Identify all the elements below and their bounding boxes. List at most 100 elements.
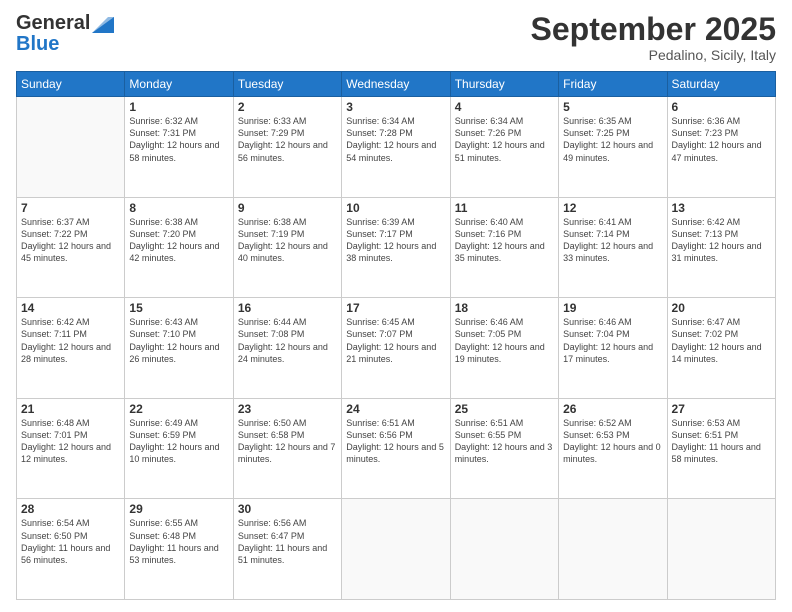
day-number: 30 bbox=[238, 502, 337, 516]
table-row: 2Sunrise: 6:33 AMSunset: 7:29 PMDaylight… bbox=[233, 97, 341, 198]
day-info: Sunrise: 6:41 AMSunset: 7:14 PMDaylight:… bbox=[563, 216, 662, 265]
day-info: Sunrise: 6:45 AMSunset: 7:07 PMDaylight:… bbox=[346, 316, 445, 365]
table-row: 30Sunrise: 6:56 AMSunset: 6:47 PMDayligh… bbox=[233, 499, 341, 600]
col-friday: Friday bbox=[559, 72, 667, 97]
calendar-week-row: 7Sunrise: 6:37 AMSunset: 7:22 PMDaylight… bbox=[17, 197, 776, 298]
header: General Blue September 2025 Pedalino, Si… bbox=[16, 12, 776, 63]
col-saturday: Saturday bbox=[667, 72, 775, 97]
day-info: Sunrise: 6:49 AMSunset: 6:59 PMDaylight:… bbox=[129, 417, 228, 466]
day-number: 12 bbox=[563, 201, 662, 215]
table-row bbox=[17, 97, 125, 198]
day-info: Sunrise: 6:51 AMSunset: 6:55 PMDaylight:… bbox=[455, 417, 554, 466]
table-row: 17Sunrise: 6:45 AMSunset: 7:07 PMDayligh… bbox=[342, 298, 450, 399]
day-number: 24 bbox=[346, 402, 445, 416]
day-number: 15 bbox=[129, 301, 228, 315]
day-info: Sunrise: 6:38 AMSunset: 7:19 PMDaylight:… bbox=[238, 216, 337, 265]
table-row bbox=[667, 499, 775, 600]
day-number: 13 bbox=[672, 201, 771, 215]
day-info: Sunrise: 6:39 AMSunset: 7:17 PMDaylight:… bbox=[346, 216, 445, 265]
table-row: 18Sunrise: 6:46 AMSunset: 7:05 PMDayligh… bbox=[450, 298, 558, 399]
table-row: 6Sunrise: 6:36 AMSunset: 7:23 PMDaylight… bbox=[667, 97, 775, 198]
day-info: Sunrise: 6:55 AMSunset: 6:48 PMDaylight:… bbox=[129, 517, 228, 566]
day-info: Sunrise: 6:42 AMSunset: 7:13 PMDaylight:… bbox=[672, 216, 771, 265]
location: Pedalino, Sicily, Italy bbox=[531, 47, 776, 63]
col-wednesday: Wednesday bbox=[342, 72, 450, 97]
day-number: 16 bbox=[238, 301, 337, 315]
day-number: 18 bbox=[455, 301, 554, 315]
day-info: Sunrise: 6:36 AMSunset: 7:23 PMDaylight:… bbox=[672, 115, 771, 164]
table-row: 13Sunrise: 6:42 AMSunset: 7:13 PMDayligh… bbox=[667, 197, 775, 298]
calendar-week-row: 21Sunrise: 6:48 AMSunset: 7:01 PMDayligh… bbox=[17, 398, 776, 499]
day-info: Sunrise: 6:44 AMSunset: 7:08 PMDaylight:… bbox=[238, 316, 337, 365]
table-row: 25Sunrise: 6:51 AMSunset: 6:55 PMDayligh… bbox=[450, 398, 558, 499]
day-info: Sunrise: 6:37 AMSunset: 7:22 PMDaylight:… bbox=[21, 216, 120, 265]
day-number: 5 bbox=[563, 100, 662, 114]
logo-icon bbox=[92, 17, 114, 33]
calendar-week-row: 28Sunrise: 6:54 AMSunset: 6:50 PMDayligh… bbox=[17, 499, 776, 600]
day-number: 20 bbox=[672, 301, 771, 315]
day-number: 6 bbox=[672, 100, 771, 114]
table-row: 21Sunrise: 6:48 AMSunset: 7:01 PMDayligh… bbox=[17, 398, 125, 499]
table-row: 19Sunrise: 6:46 AMSunset: 7:04 PMDayligh… bbox=[559, 298, 667, 399]
table-row: 23Sunrise: 6:50 AMSunset: 6:58 PMDayligh… bbox=[233, 398, 341, 499]
day-number: 8 bbox=[129, 201, 228, 215]
table-row: 4Sunrise: 6:34 AMSunset: 7:26 PMDaylight… bbox=[450, 97, 558, 198]
day-info: Sunrise: 6:34 AMSunset: 7:28 PMDaylight:… bbox=[346, 115, 445, 164]
day-info: Sunrise: 6:35 AMSunset: 7:25 PMDaylight:… bbox=[563, 115, 662, 164]
table-row: 27Sunrise: 6:53 AMSunset: 6:51 PMDayligh… bbox=[667, 398, 775, 499]
day-number: 14 bbox=[21, 301, 120, 315]
day-info: Sunrise: 6:50 AMSunset: 6:58 PMDaylight:… bbox=[238, 417, 337, 466]
calendar-week-row: 1Sunrise: 6:32 AMSunset: 7:31 PMDaylight… bbox=[17, 97, 776, 198]
day-info: Sunrise: 6:46 AMSunset: 7:04 PMDaylight:… bbox=[563, 316, 662, 365]
table-row bbox=[342, 499, 450, 600]
table-row: 22Sunrise: 6:49 AMSunset: 6:59 PMDayligh… bbox=[125, 398, 233, 499]
col-sunday: Sunday bbox=[17, 72, 125, 97]
table-row: 29Sunrise: 6:55 AMSunset: 6:48 PMDayligh… bbox=[125, 499, 233, 600]
day-number: 22 bbox=[129, 402, 228, 416]
calendar-header-row: Sunday Monday Tuesday Wednesday Thursday… bbox=[17, 72, 776, 97]
page: General Blue September 2025 Pedalino, Si… bbox=[0, 0, 792, 612]
day-number: 21 bbox=[21, 402, 120, 416]
day-info: Sunrise: 6:46 AMSunset: 7:05 PMDaylight:… bbox=[455, 316, 554, 365]
table-row: 24Sunrise: 6:51 AMSunset: 6:56 PMDayligh… bbox=[342, 398, 450, 499]
table-row: 10Sunrise: 6:39 AMSunset: 7:17 PMDayligh… bbox=[342, 197, 450, 298]
day-info: Sunrise: 6:33 AMSunset: 7:29 PMDaylight:… bbox=[238, 115, 337, 164]
calendar-table: Sunday Monday Tuesday Wednesday Thursday… bbox=[16, 71, 776, 600]
table-row: 5Sunrise: 6:35 AMSunset: 7:25 PMDaylight… bbox=[559, 97, 667, 198]
logo-blue-text: Blue bbox=[16, 33, 59, 56]
day-number: 27 bbox=[672, 402, 771, 416]
day-info: Sunrise: 6:53 AMSunset: 6:51 PMDaylight:… bbox=[672, 417, 771, 466]
day-number: 23 bbox=[238, 402, 337, 416]
col-tuesday: Tuesday bbox=[233, 72, 341, 97]
logo: General Blue bbox=[16, 12, 114, 56]
day-number: 2 bbox=[238, 100, 337, 114]
day-number: 19 bbox=[563, 301, 662, 315]
day-number: 26 bbox=[563, 402, 662, 416]
day-info: Sunrise: 6:42 AMSunset: 7:11 PMDaylight:… bbox=[21, 316, 120, 365]
day-info: Sunrise: 6:40 AMSunset: 7:16 PMDaylight:… bbox=[455, 216, 554, 265]
day-number: 11 bbox=[455, 201, 554, 215]
table-row bbox=[450, 499, 558, 600]
table-row: 1Sunrise: 6:32 AMSunset: 7:31 PMDaylight… bbox=[125, 97, 233, 198]
day-info: Sunrise: 6:43 AMSunset: 7:10 PMDaylight:… bbox=[129, 316, 228, 365]
calendar-week-row: 14Sunrise: 6:42 AMSunset: 7:11 PMDayligh… bbox=[17, 298, 776, 399]
table-row: 8Sunrise: 6:38 AMSunset: 7:20 PMDaylight… bbox=[125, 197, 233, 298]
title-block: September 2025 Pedalino, Sicily, Italy bbox=[531, 12, 776, 63]
table-row: 20Sunrise: 6:47 AMSunset: 7:02 PMDayligh… bbox=[667, 298, 775, 399]
table-row: 14Sunrise: 6:42 AMSunset: 7:11 PMDayligh… bbox=[17, 298, 125, 399]
day-info: Sunrise: 6:52 AMSunset: 6:53 PMDaylight:… bbox=[563, 417, 662, 466]
table-row: 7Sunrise: 6:37 AMSunset: 7:22 PMDaylight… bbox=[17, 197, 125, 298]
day-number: 3 bbox=[346, 100, 445, 114]
day-number: 4 bbox=[455, 100, 554, 114]
col-thursday: Thursday bbox=[450, 72, 558, 97]
day-number: 9 bbox=[238, 201, 337, 215]
day-info: Sunrise: 6:34 AMSunset: 7:26 PMDaylight:… bbox=[455, 115, 554, 164]
month-title: September 2025 bbox=[531, 12, 776, 47]
day-number: 17 bbox=[346, 301, 445, 315]
day-number: 28 bbox=[21, 502, 120, 516]
day-number: 1 bbox=[129, 100, 228, 114]
table-row: 12Sunrise: 6:41 AMSunset: 7:14 PMDayligh… bbox=[559, 197, 667, 298]
day-number: 29 bbox=[129, 502, 228, 516]
day-number: 10 bbox=[346, 201, 445, 215]
day-info: Sunrise: 6:56 AMSunset: 6:47 PMDaylight:… bbox=[238, 517, 337, 566]
